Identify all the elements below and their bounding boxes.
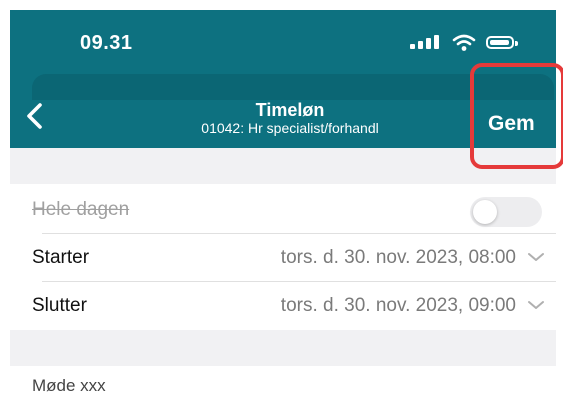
page-subtitle: 01042: Hr specialist/forhandl: [201, 120, 379, 136]
wifi-icon: [452, 34, 476, 51]
all-day-label: Hele dagen: [32, 199, 130, 220]
chevron-down-icon: [528, 301, 544, 309]
start-label: Starter: [32, 247, 90, 268]
section-spacer: [10, 330, 556, 366]
start-value[interactable]: tors. d. 30. nov. 2023, 08:00: [281, 247, 516, 269]
end-value[interactable]: tors. d. 30. nov. 2023, 09:00: [281, 295, 516, 317]
end-row[interactable]: Slutter tors. d. 30. nov. 2023, 09:00: [10, 282, 556, 330]
toggle-knob: [473, 200, 497, 224]
all-day-toggle[interactable]: [470, 197, 542, 227]
all-day-row[interactable]: Hele dagen: [10, 184, 556, 234]
chevron-down-icon: [528, 253, 544, 261]
right-edge: [556, 0, 563, 394]
chevron-left-icon: [27, 103, 42, 129]
status-time: 09.31: [80, 32, 133, 54]
start-row[interactable]: Starter tors. d. 30. nov. 2023, 08:00: [10, 234, 556, 282]
page-title: Timeløn: [255, 100, 325, 120]
battery-icon: [486, 36, 518, 49]
signal-icon: [410, 34, 444, 52]
highlight-annotation: [470, 63, 563, 169]
notes-row[interactable]: Møde xxx: [10, 366, 556, 396]
end-label: Slutter: [32, 295, 87, 316]
notes-text[interactable]: Møde xxx: [32, 376, 106, 396]
back-button[interactable]: [20, 99, 50, 133]
title-block: Timeløn 01042: Hr specialist/forhandl: [110, 100, 470, 136]
